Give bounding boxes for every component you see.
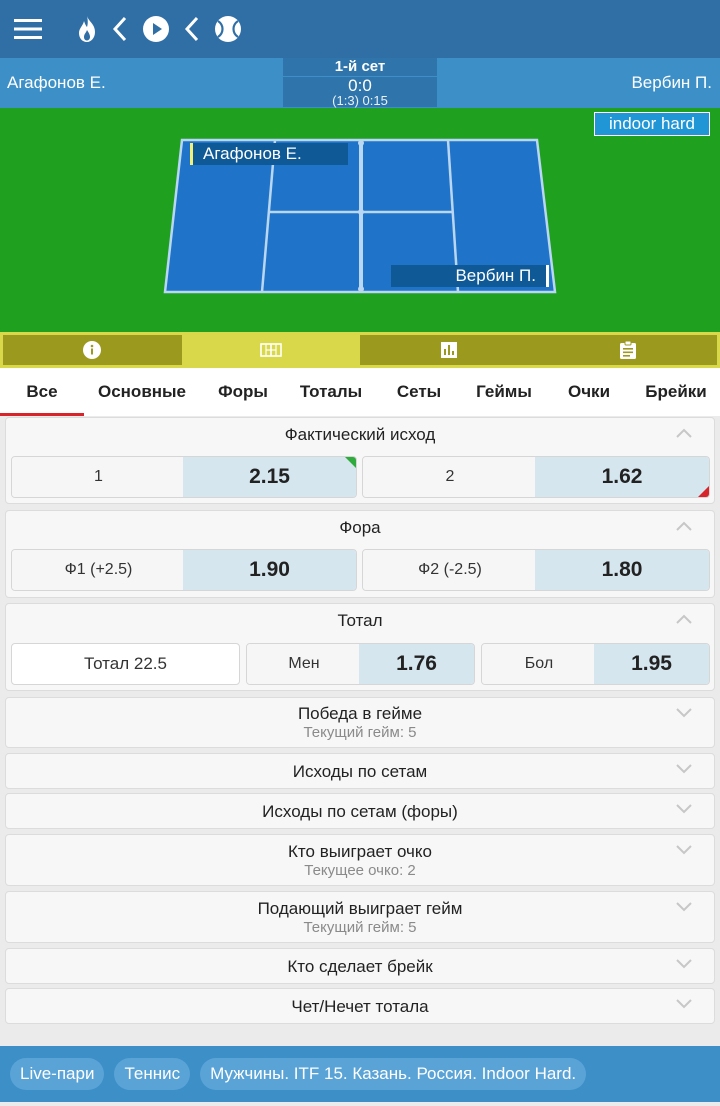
chevron-down-icon bbox=[676, 999, 692, 1009]
market-header[interactable]: Фактический исход bbox=[6, 418, 714, 452]
market-subtitle: Текущее очко: 2 bbox=[304, 862, 416, 879]
info-icon bbox=[83, 341, 102, 359]
market-game-winner[interactable]: Победа в гейме Текущий гейм: 5 bbox=[5, 697, 715, 748]
tab-totals[interactable]: Тоталы bbox=[286, 368, 376, 416]
odds-label: 1 bbox=[12, 457, 185, 497]
market-break[interactable]: Кто сделает брейк bbox=[5, 948, 715, 984]
menu-icon[interactable] bbox=[14, 9, 44, 49]
stats-icon bbox=[441, 342, 458, 358]
chevron-down-icon bbox=[676, 902, 692, 912]
market-point-winner[interactable]: Кто выиграет очко Текущее очко: 2 bbox=[5, 834, 715, 886]
tab-main[interactable]: Основные bbox=[84, 368, 200, 416]
chevron-down-icon bbox=[676, 959, 692, 969]
tab-info[interactable] bbox=[3, 335, 182, 365]
chevron-down-icon bbox=[676, 845, 692, 855]
market-title: Исходы по сетам bbox=[292, 762, 428, 781]
clipboard-icon bbox=[619, 340, 636, 359]
chevron-down-icon bbox=[676, 804, 692, 814]
market-total: Тотал Тотал 22.5 Мен 1.76 Бол 1.95 bbox=[5, 603, 715, 691]
chevron-up-icon bbox=[676, 521, 692, 531]
tab-all[interactable]: Все bbox=[0, 368, 84, 416]
market-title: Кто сделает брейк bbox=[287, 957, 433, 976]
market-outcome: Фактический исход 1 2.15 2 1.62 bbox=[5, 417, 715, 504]
player1-name: Агафонов Е. bbox=[7, 73, 106, 92]
set-label: 1-й сет bbox=[283, 58, 437, 76]
breadcrumb-tournament[interactable]: Мужчины. ITF 15. Казань. Россия. Indoor … bbox=[200, 1058, 587, 1090]
tab-court[interactable] bbox=[181, 335, 360, 365]
surface-badge: indoor hard bbox=[593, 112, 710, 136]
tab-stats[interactable] bbox=[360, 335, 539, 365]
fire-icon[interactable] bbox=[76, 9, 98, 49]
odds-value: 1.62 bbox=[535, 457, 709, 497]
market-title: Чет/Нечет тотала bbox=[291, 997, 429, 1016]
market-title: Победа в гейме bbox=[297, 704, 423, 723]
score-box: 0:0 (1:3) 0:15 bbox=[283, 77, 437, 107]
market-handicap: Фора Ф1 (+2.5) 1.90 Ф2 (-2.5) 1.80 bbox=[5, 510, 715, 598]
odds-label: Ф2 (-2.5) bbox=[363, 550, 537, 590]
odds-value: 2.15 bbox=[183, 457, 356, 497]
odds-label: Мен bbox=[247, 644, 361, 684]
tab-handicaps[interactable]: Форы bbox=[200, 368, 286, 416]
tennis-ball-icon[interactable] bbox=[214, 9, 242, 49]
chevron-down-icon bbox=[676, 764, 692, 774]
market-title: Исходы по сетам (форы) bbox=[262, 802, 458, 821]
court-icon bbox=[259, 343, 282, 357]
player2-name: Вербин П. bbox=[631, 73, 712, 92]
odds-value: 1.80 bbox=[535, 550, 709, 590]
info-tabs bbox=[0, 332, 720, 368]
odds-button[interactable]: 2 1.62 bbox=[362, 456, 710, 498]
market-set-outcomes[interactable]: Исходы по сетам bbox=[5, 753, 715, 789]
market-subtitle: Текущий гейм: 5 bbox=[303, 919, 417, 936]
back-icon[interactable] bbox=[184, 9, 200, 49]
odds-value: 1.76 bbox=[359, 644, 474, 684]
total-line: Тотал 22.5 bbox=[11, 643, 240, 685]
market-title: Фактический исход bbox=[284, 425, 436, 444]
court-player-top: Агафонов Е. bbox=[190, 143, 348, 165]
market-title: Фора bbox=[339, 518, 381, 537]
market-set-handicaps[interactable]: Исходы по сетам (форы) bbox=[5, 793, 715, 829]
odds-button[interactable]: Ф2 (-2.5) 1.80 bbox=[362, 549, 710, 591]
breadcrumb-sport[interactable]: Теннис bbox=[114, 1058, 191, 1090]
odds-button[interactable]: 1 2.15 bbox=[11, 456, 357, 498]
odds-button[interactable]: Мен 1.76 bbox=[246, 643, 475, 685]
odds-label: Ф1 (+2.5) bbox=[12, 550, 185, 590]
tab-games[interactable]: Геймы bbox=[462, 368, 546, 416]
odds-label: 2 bbox=[363, 457, 537, 497]
market-tabs: Все Основные Форы Тоталы Сеты Геймы Очки… bbox=[0, 368, 720, 416]
game-score: (1:3) 0:15 bbox=[332, 93, 388, 108]
market-title: Кто выиграет очко bbox=[288, 842, 432, 861]
top-app-bar bbox=[0, 0, 720, 58]
tab-lineup[interactable] bbox=[538, 335, 717, 365]
market-server-wins-game[interactable]: Подающий выиграет гейм Текущий гейм: 5 bbox=[5, 891, 715, 943]
odds-up-indicator bbox=[345, 457, 356, 468]
market-subtitle: Текущий гейм: 5 bbox=[303, 724, 417, 741]
odds-down-indicator bbox=[698, 486, 709, 497]
odds-value: 1.95 bbox=[594, 644, 709, 684]
chevron-down-icon bbox=[676, 708, 692, 718]
market-header[interactable]: Тотал bbox=[6, 604, 714, 638]
odds-label: Бол bbox=[482, 644, 596, 684]
court-visualization: indoor hard Агафонов Е. Вербин П. bbox=[0, 108, 720, 332]
match-score: 0:0 bbox=[348, 76, 372, 95]
market-header[interactable]: Фора bbox=[6, 511, 714, 545]
tab-points[interactable]: Очки bbox=[546, 368, 632, 416]
market-odd-even[interactable]: Чет/Нечет тотала bbox=[5, 988, 715, 1024]
market-title: Тотал bbox=[337, 611, 383, 630]
breadcrumb-live[interactable]: Live-пари bbox=[10, 1058, 105, 1090]
odds-value: 1.90 bbox=[183, 550, 356, 590]
chevron-up-icon bbox=[676, 428, 692, 438]
play-icon[interactable] bbox=[142, 9, 170, 49]
score-bar: Агафонов Е. 1-й сет 0:0 (1:3) 0:15 Верби… bbox=[0, 58, 720, 108]
market-title: Подающий выиграет гейм bbox=[257, 899, 463, 918]
tab-sets[interactable]: Сеты bbox=[376, 368, 462, 416]
court-player-bottom: Вербин П. bbox=[391, 265, 549, 287]
breadcrumb: Live-пари Теннис Мужчины. ITF 15. Казань… bbox=[0, 1046, 720, 1102]
chevron-up-icon bbox=[676, 614, 692, 624]
odds-button[interactable]: Ф1 (+2.5) 1.90 bbox=[11, 549, 357, 591]
back-icon[interactable] bbox=[112, 9, 128, 49]
tennis-court bbox=[163, 138, 557, 294]
tab-breaks[interactable]: Брейки bbox=[632, 368, 720, 416]
odds-button[interactable]: Бол 1.95 bbox=[481, 643, 710, 685]
